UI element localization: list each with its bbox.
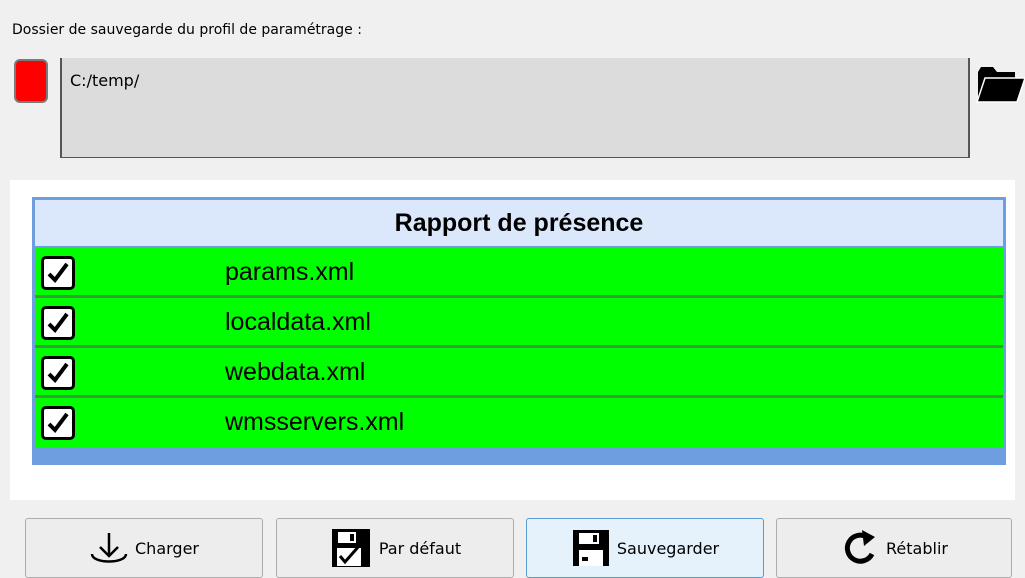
checkmark-icon	[47, 412, 69, 434]
checkmark-icon	[47, 312, 69, 334]
row-filename: wmsservers.xml	[225, 408, 405, 436]
row-checkbox[interactable]	[41, 406, 75, 440]
checkmark-icon	[47, 362, 69, 384]
row-filename: params.xml	[225, 258, 355, 286]
floppy-disk-icon	[572, 530, 609, 566]
browse-folder-button[interactable]	[975, 60, 1025, 105]
redo-arrow-icon	[844, 530, 876, 564]
load-button[interactable]: Charger	[25, 518, 263, 578]
save-folder-panel: Dossier de sauvegarde du profil de param…	[0, 0, 1025, 180]
folder-status-indicator	[14, 59, 48, 103]
report-row-webdata: webdata.xml	[35, 348, 1003, 398]
restore-button[interactable]: Rétablir	[776, 518, 1012, 578]
save-folder-label: Dossier de sauvegarde du profil de param…	[12, 22, 362, 38]
row-checkbox[interactable]	[41, 306, 75, 340]
restore-button-label: Rétablir	[886, 538, 948, 558]
folder-icon	[975, 67, 1025, 103]
report-row-localdata: localdata.xml	[35, 298, 1003, 348]
save-button[interactable]: Sauvegarder	[526, 518, 764, 578]
report-title: Rapport de présence	[35, 200, 1003, 248]
floppy-check-icon	[331, 529, 370, 567]
row-filename: webdata.xml	[225, 358, 366, 386]
row-filename: localdata.xml	[225, 308, 371, 336]
default-button[interactable]: Par défaut	[276, 518, 514, 578]
default-button-label: Par défaut	[378, 538, 462, 558]
row-checkbox[interactable]	[41, 256, 75, 290]
save-folder-path-field[interactable]: C:/temp/	[60, 58, 970, 158]
load-button-label: Charger	[135, 538, 199, 558]
presence-report-table: Rapport de présence params.xml localdata…	[32, 197, 1006, 465]
download-arrow-icon	[90, 533, 128, 563]
checkmark-icon	[47, 262, 69, 284]
report-row-params: params.xml	[35, 248, 1003, 298]
save-button-label: Sauvegarder	[616, 538, 720, 558]
row-checkbox[interactable]	[41, 356, 75, 390]
report-row-wmsservers: wmsservers.xml	[35, 398, 1003, 448]
